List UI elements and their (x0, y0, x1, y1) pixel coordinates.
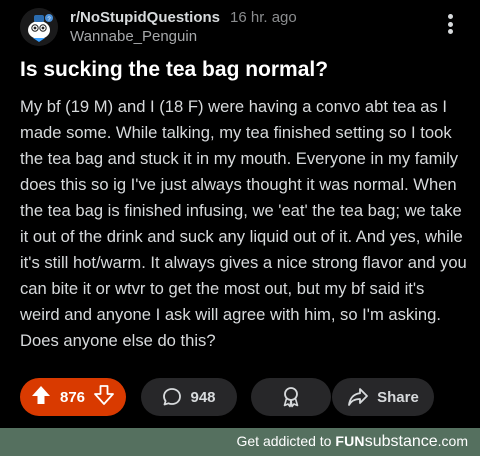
post-title: Is sucking the tea bag normal? (20, 58, 329, 81)
post-body: My bf (19 M) and I (18 F) were having a … (20, 97, 467, 350)
upvote-count: 876 (60, 388, 86, 406)
watermark-brand-substance: substance (364, 433, 438, 450)
post-time: 16 hr. ago (230, 9, 297, 26)
award-icon (283, 387, 299, 408)
share-label: Share (377, 388, 419, 406)
watermark-footer: Get addicted to FUNsubstance.com (0, 428, 480, 456)
watermark-brand-suffix: .com (437, 433, 468, 449)
subreddit-line: r/NoStupidQuestions 16 hr. ago (70, 9, 297, 26)
vote-pill: 876 (20, 378, 126, 416)
post-action-bar: 876 948 Share (20, 378, 460, 416)
share-arrow-icon (348, 388, 369, 406)
arrow-up-icon[interactable] (30, 384, 52, 410)
more-vertical-icon[interactable] (440, 14, 460, 36)
subreddit-avatar-icon: ? (20, 8, 58, 46)
watermark-prefix: Get addicted to (236, 433, 336, 449)
speech-bubble-icon (163, 388, 182, 406)
subreddit-name[interactable]: r/NoStupidQuestions (70, 9, 220, 26)
share-button[interactable]: Share (332, 378, 434, 416)
award-button[interactable] (251, 378, 331, 416)
subreddit-avatar[interactable]: ? (20, 8, 58, 46)
comments-button[interactable]: 948 (141, 378, 237, 416)
comment-count: 948 (190, 388, 216, 406)
post-author[interactable]: Wannabe_Penguin (70, 28, 197, 45)
watermark-text: Get addicted to FUNsubstance.com (237, 433, 469, 451)
post-header: ? r/NoStupidQuestions 16 hr. ago Wannabe_… (20, 6, 460, 48)
post-card: ? r/NoStupidQuestions 16 hr. ago Wannabe_… (0, 0, 480, 428)
arrow-down-icon[interactable] (93, 384, 115, 410)
watermark-brand-fun: FUN (335, 433, 365, 449)
